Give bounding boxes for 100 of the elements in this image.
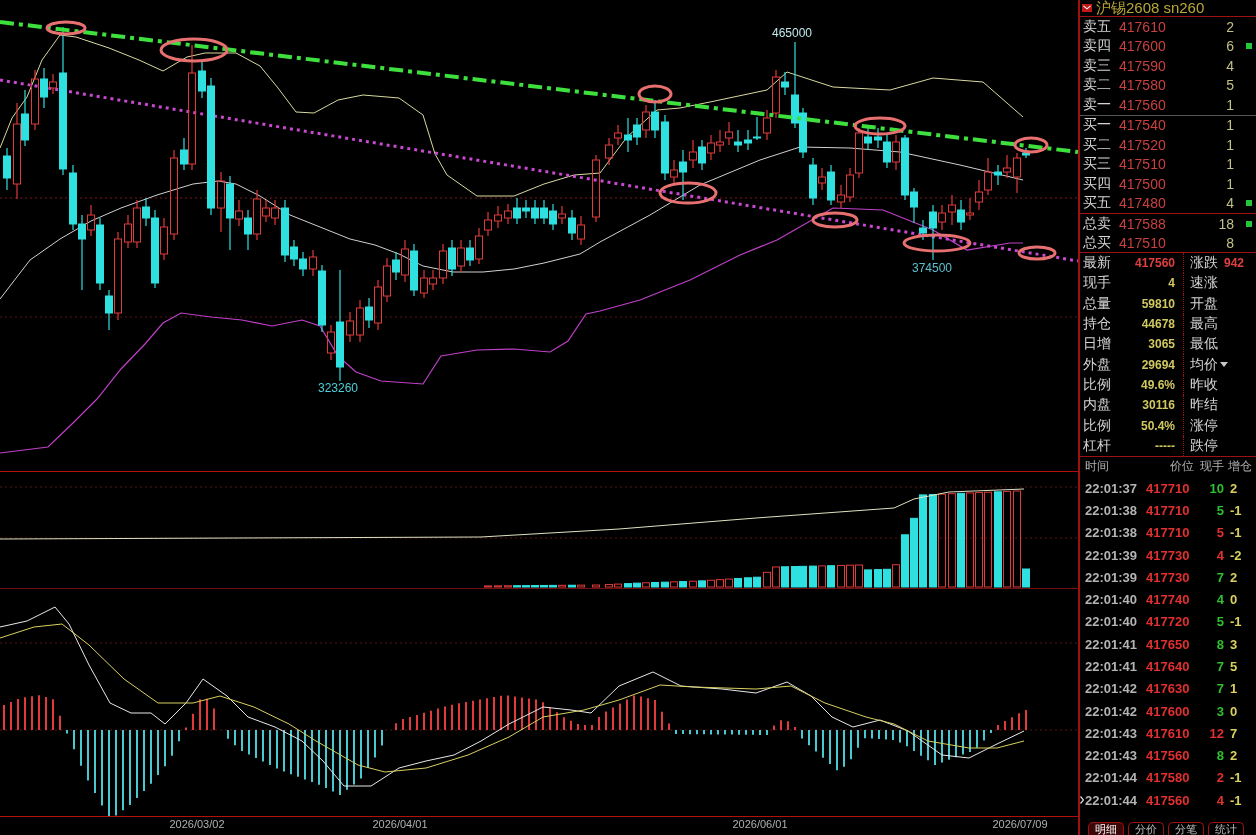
tick-change: 2 (1229, 569, 1239, 585)
caret-icon[interactable] (1220, 362, 1228, 368)
quote-label: 总量 (1083, 294, 1111, 313)
quote-value: 50.4% (1140, 418, 1176, 433)
quote-label: 日增 (1083, 335, 1111, 354)
tick-change: 7 (1229, 725, 1239, 741)
order-volume: 6 (1225, 38, 1235, 55)
tick-change: -1 (1229, 792, 1243, 808)
tick-change: -1 (1229, 614, 1243, 630)
order-volume: 18 (1217, 215, 1235, 232)
tick-price: 417600 (1146, 703, 1191, 719)
order-price: 417560 (1119, 96, 1167, 113)
tick-time: 22:01:43 (1085, 748, 1139, 764)
quote-label: 最新 (1083, 254, 1111, 273)
quote-value: 4 (1168, 276, 1176, 291)
tick-time: 22:01:41 (1085, 659, 1139, 674)
order-volume: 1 (1225, 117, 1235, 134)
quote-label: 杠杆 (1083, 436, 1111, 455)
tick-change: 5 (1229, 659, 1239, 674)
tick-price: 417560 (1146, 748, 1191, 764)
tick-time: 22:01:39 (1085, 547, 1139, 563)
order-price: 417590 (1119, 57, 1167, 74)
quote-label: 速涨 (1190, 274, 1218, 293)
tick-change: 0 (1229, 703, 1239, 719)
tick-volume: 4 (1215, 792, 1224, 808)
order-volume: 5 (1225, 77, 1235, 94)
tick-time: 22:01:43 (1085, 725, 1139, 741)
order-volume: 1 (1225, 156, 1235, 173)
order-volume: 4 (1225, 195, 1235, 212)
quote-label: 最高 (1190, 315, 1218, 334)
tick-price: 417560 (1146, 792, 1191, 808)
quote-label: 昨结 (1190, 396, 1218, 415)
tick-volume: 7 (1215, 659, 1224, 674)
tab[interactable]: 统计 (1208, 822, 1244, 835)
tick-price: 417740 (1146, 592, 1191, 608)
tick-change: 1 (1229, 681, 1239, 697)
quote-label: 涨跌 (1190, 254, 1218, 273)
tick-volume: 5 (1215, 502, 1224, 518)
order-level-label: 总卖 (1083, 214, 1112, 233)
order-volume: 2 (1225, 18, 1235, 35)
order-price: 417520 (1119, 136, 1167, 153)
symbol-name: 沪锡2608 (1096, 0, 1160, 16)
tick-volume: 7 (1215, 569, 1224, 585)
tick-price: 417730 (1146, 569, 1191, 585)
tick-change: -2 (1229, 547, 1243, 563)
tick-time: 22:01:38 (1085, 525, 1139, 541)
tick-volume: 2 (1215, 770, 1224, 786)
tick-change: 0 (1229, 592, 1239, 608)
quote-label: 最低 (1190, 335, 1218, 354)
date-label: 2026/03/02 (169, 818, 225, 830)
tick-volume: 12 (1208, 725, 1224, 741)
price-label: 323260 (318, 381, 358, 395)
quote-label: 比例 (1083, 416, 1111, 435)
tick-time: 22:01:44 (1085, 770, 1139, 786)
tick-price: 417720 (1146, 614, 1191, 630)
quote-label: 现手 (1083, 274, 1111, 293)
order-volume: 1 (1225, 96, 1235, 113)
tick-change: -1 (1229, 525, 1243, 541)
column-header: 现手 (1199, 458, 1224, 476)
quote-label: 开盘 (1190, 294, 1218, 313)
tick-volume: 5 (1215, 525, 1224, 541)
tab[interactable]: 分笔 (1168, 822, 1204, 835)
order-level-label: 卖一 (1083, 95, 1112, 114)
order-price: 417600 (1119, 38, 1167, 55)
order-price: 417540 (1119, 117, 1167, 134)
order-volume: 8 (1225, 234, 1235, 251)
quote-value: 44678 (1141, 317, 1176, 332)
tick-price: 417710 (1146, 502, 1191, 518)
order-level-label: 买五 (1083, 194, 1112, 213)
order-price: 417588 (1119, 215, 1167, 232)
tab[interactable]: 分价 (1128, 822, 1164, 835)
tab[interactable]: 明细 (1088, 822, 1124, 835)
order-volume: 1 (1225, 175, 1235, 192)
tick-volume: 8 (1215, 748, 1224, 764)
order-level-label: 卖四 (1083, 37, 1112, 56)
tick-volume: 8 (1215, 636, 1224, 652)
tick-change: 3 (1229, 636, 1239, 652)
tick-price: 417580 (1146, 770, 1191, 786)
tick-price: 417650 (1146, 636, 1191, 652)
order-level-label: 买一 (1083, 116, 1112, 135)
quote-value: 49.6% (1140, 377, 1176, 392)
order-level-label: 买四 (1083, 174, 1112, 193)
envelope-icon (1082, 4, 1092, 12)
order-level-label: 卖三 (1083, 56, 1112, 75)
quote-label: 涨停 (1190, 416, 1218, 435)
tick-price: 417710 (1146, 480, 1191, 496)
quote-value: 942 (1224, 256, 1245, 271)
tick-volume: 4 (1215, 592, 1224, 608)
quote-label: 昨收 (1190, 375, 1218, 394)
tick-price: 417710 (1146, 525, 1191, 541)
tick-volume: 10 (1208, 480, 1224, 496)
quote-value: 3065 (1148, 337, 1176, 352)
quote-label: 比例 (1083, 375, 1111, 394)
order-level-label: 卖二 (1083, 76, 1112, 95)
quote-label: 外盘 (1083, 355, 1111, 374)
tick-volume: 7 (1215, 681, 1224, 697)
tick-time: 22:01:37 (1085, 480, 1139, 496)
tick-time: 22:01:42 (1085, 703, 1139, 719)
order-level-label: 卖五 (1083, 17, 1112, 36)
date-label: 2026/07/09 (992, 818, 1048, 830)
